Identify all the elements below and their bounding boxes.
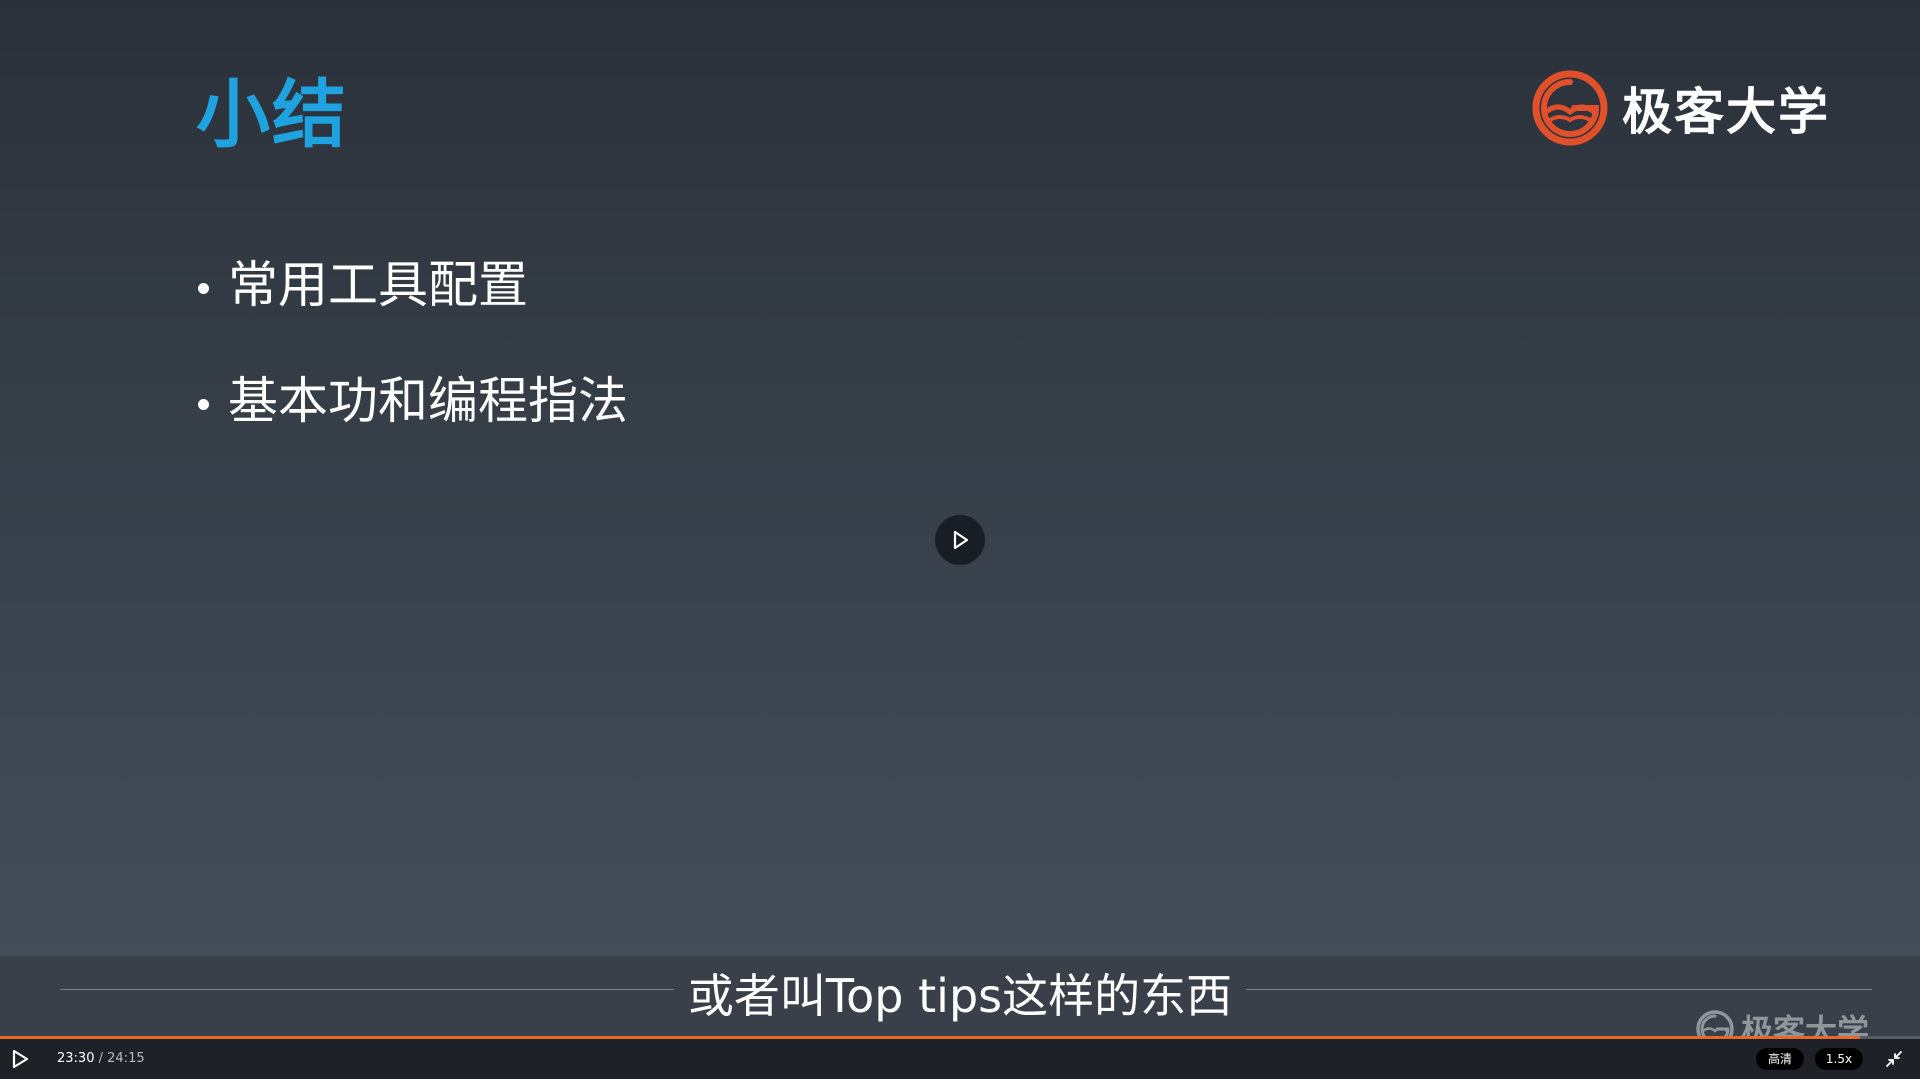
geektime-g-logo-icon <box>1532 70 1608 146</box>
brand-logo: 极客大学 <box>1530 68 1830 148</box>
time-separator: / <box>98 1051 103 1066</box>
speed-button[interactable]: 1.5x <box>1815 1048 1863 1070</box>
quality-button[interactable]: 高清 <box>1756 1048 1804 1070</box>
slide-title: 小结 <box>196 72 348 158</box>
duration: 24:15 <box>107 1051 145 1066</box>
subtitle-text: 或者叫Top tips这样的东西 <box>673 969 1247 1023</box>
center-play-button[interactable] <box>935 515 985 565</box>
time-display: 23:30 / 24:15 <box>57 1050 145 1068</box>
play-icon <box>953 530 969 550</box>
video-player[interactable]: 小结 常用工具配置 基本功和编程指法 极客大学 或者叫Top tips这样的东西 <box>0 0 1920 1079</box>
slide-content: 小结 常用工具配置 基本功和编程指法 极客大学 <box>0 0 1920 956</box>
current-time: 23:30 <box>57 1051 95 1066</box>
subtitle-caption: 或者叫Top tips这样的东西 <box>0 966 1920 1026</box>
brand-logo-text: 极客大学 <box>1622 83 1830 141</box>
bullet-item: 常用工具配置 <box>196 252 628 368</box>
bullet-list: 常用工具配置 基本功和编程指法 <box>196 252 628 484</box>
bullet-item: 基本功和编程指法 <box>196 368 628 484</box>
control-bar: 23:30 / 24:15 高清 1.5x <box>0 1039 1920 1079</box>
play-icon[interactable] <box>8 1047 32 1071</box>
exit-fullscreen-icon[interactable] <box>1884 1049 1904 1069</box>
